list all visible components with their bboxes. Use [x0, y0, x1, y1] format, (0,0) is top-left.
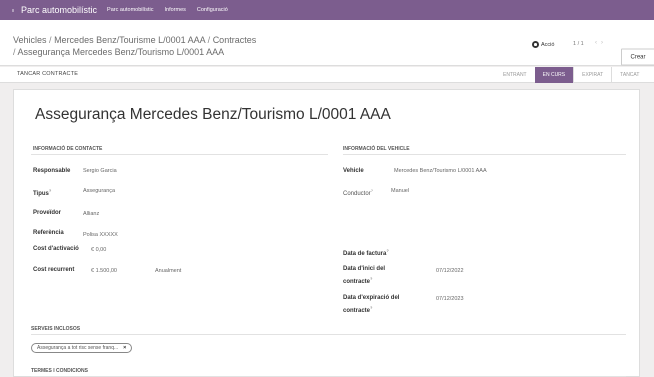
type-field[interactable]: Assegurança — [83, 187, 115, 196]
type-label: Tipus? — [33, 188, 52, 197]
responsible-label: Responsable — [33, 168, 71, 174]
vehicle-info-header: INFORMACIÓ DEL VEHICLE — [343, 146, 410, 152]
stage-pipeline: ENTRANT EN CURS EXPIRAT TANCAT — [495, 67, 647, 83]
stage-closed[interactable]: TANCAT — [612, 67, 647, 83]
form-sheet: Assegurança Mercedes Benz/Tourismo L/000… — [13, 89, 640, 377]
service-tag-label: Assegurança a tot risc sense franq... — [37, 345, 119, 351]
recurring-cost-field[interactable]: € 1.500,00 — [91, 267, 117, 276]
contact-info-header: INFORMACIÓ DE CONTACTE — [33, 146, 103, 152]
driver-field[interactable]: Manuel — [391, 187, 409, 196]
breadcrumb: Vehicles / Mercedes Benz/Tourisme L/0001… — [13, 35, 257, 57]
responsible-field[interactable]: Sergio Garcia — [83, 167, 117, 176]
grid-icon[interactable] — [0, 0, 14, 20]
breadcrumb-vehicle[interactable]: Mercedes Benz/Tourisme L/0001 AAA — [54, 35, 205, 45]
chevron-right-icon[interactable]: › — [601, 40, 607, 46]
start-date-field[interactable]: 07/12/2022 — [436, 267, 464, 276]
menu-configuration[interactable]: Configuració — [197, 7, 228, 13]
action-label: Acció — [541, 41, 555, 48]
end-date-label: Data d'expiració del contracte? — [343, 295, 400, 314]
control-panel: Vehicles / Mercedes Benz/Tourisme L/0001… — [0, 20, 654, 66]
reference-field[interactable]: Polisa XXXXX — [83, 231, 118, 240]
gear-icon — [532, 41, 539, 48]
top-navbar: Parc automobilístic Parc automobilístic … — [0, 0, 654, 20]
service-tag[interactable]: Assegurança a tot risc sense franq... × — [31, 343, 133, 353]
provider-label: Proveïdor — [33, 210, 62, 216]
menu-reports[interactable]: Informes — [165, 7, 186, 13]
reference-label: Referència — [33, 230, 64, 236]
vehicle-label: Vehicle — [343, 168, 364, 174]
create-button[interactable]: Crear — [621, 48, 654, 66]
recurring-cost-label: Cost recurrent — [33, 267, 75, 273]
pager-arrows: ‹› — [595, 40, 607, 46]
stage-expired[interactable]: EXPIRAT — [574, 67, 611, 83]
provider-field[interactable]: Allianz — [83, 210, 99, 219]
close-contract-button[interactable]: TANCAR CONTRACTE — [17, 71, 78, 77]
activation-cost-label: Cost d'activació — [33, 246, 79, 252]
services-header: SERVEIS INCLOSOS — [31, 326, 81, 332]
stage-running[interactable]: EN CURS — [534, 67, 574, 83]
breadcrumb-vehicles[interactable]: Vehicles — [13, 35, 47, 45]
terms-header: TERMES I CONDICIONS — [31, 368, 88, 374]
driver-label: Conductor? — [343, 188, 373, 197]
menu-fleet[interactable]: Parc automobilístic — [107, 7, 153, 13]
contract-title[interactable]: Assegurança Mercedes Benz/Tourismo L/000… — [35, 106, 391, 124]
breadcrumb-current: Assegurança Mercedes Benz/Tourismo L/000… — [17, 47, 225, 57]
breadcrumb-contracts[interactable]: Contractes — [213, 35, 257, 45]
close-icon[interactable]: × — [123, 345, 126, 351]
status-bar: TANCAR CONTRACTE ENTRANT EN CURS EXPIRAT… — [0, 67, 654, 83]
start-date-label: Data d'inici del contracte? — [343, 266, 386, 285]
pager-value[interactable]: 1 / 1 — [573, 41, 584, 47]
stage-incoming[interactable]: ENTRANT — [495, 67, 535, 83]
recurring-period-field[interactable]: Anualment — [155, 267, 181, 276]
end-date-field[interactable]: 07/12/2023 — [436, 295, 464, 304]
activation-cost-field[interactable]: € 0,00 — [91, 246, 106, 255]
vehicle-field[interactable]: Mercedes Benz/Tourismo L/0001 AAA — [394, 167, 487, 176]
app-brand[interactable]: Parc automobilístic — [21, 5, 97, 15]
action-button[interactable]: Acció — [532, 41, 554, 48]
invoice-date-label: Data de factura? — [343, 248, 389, 257]
